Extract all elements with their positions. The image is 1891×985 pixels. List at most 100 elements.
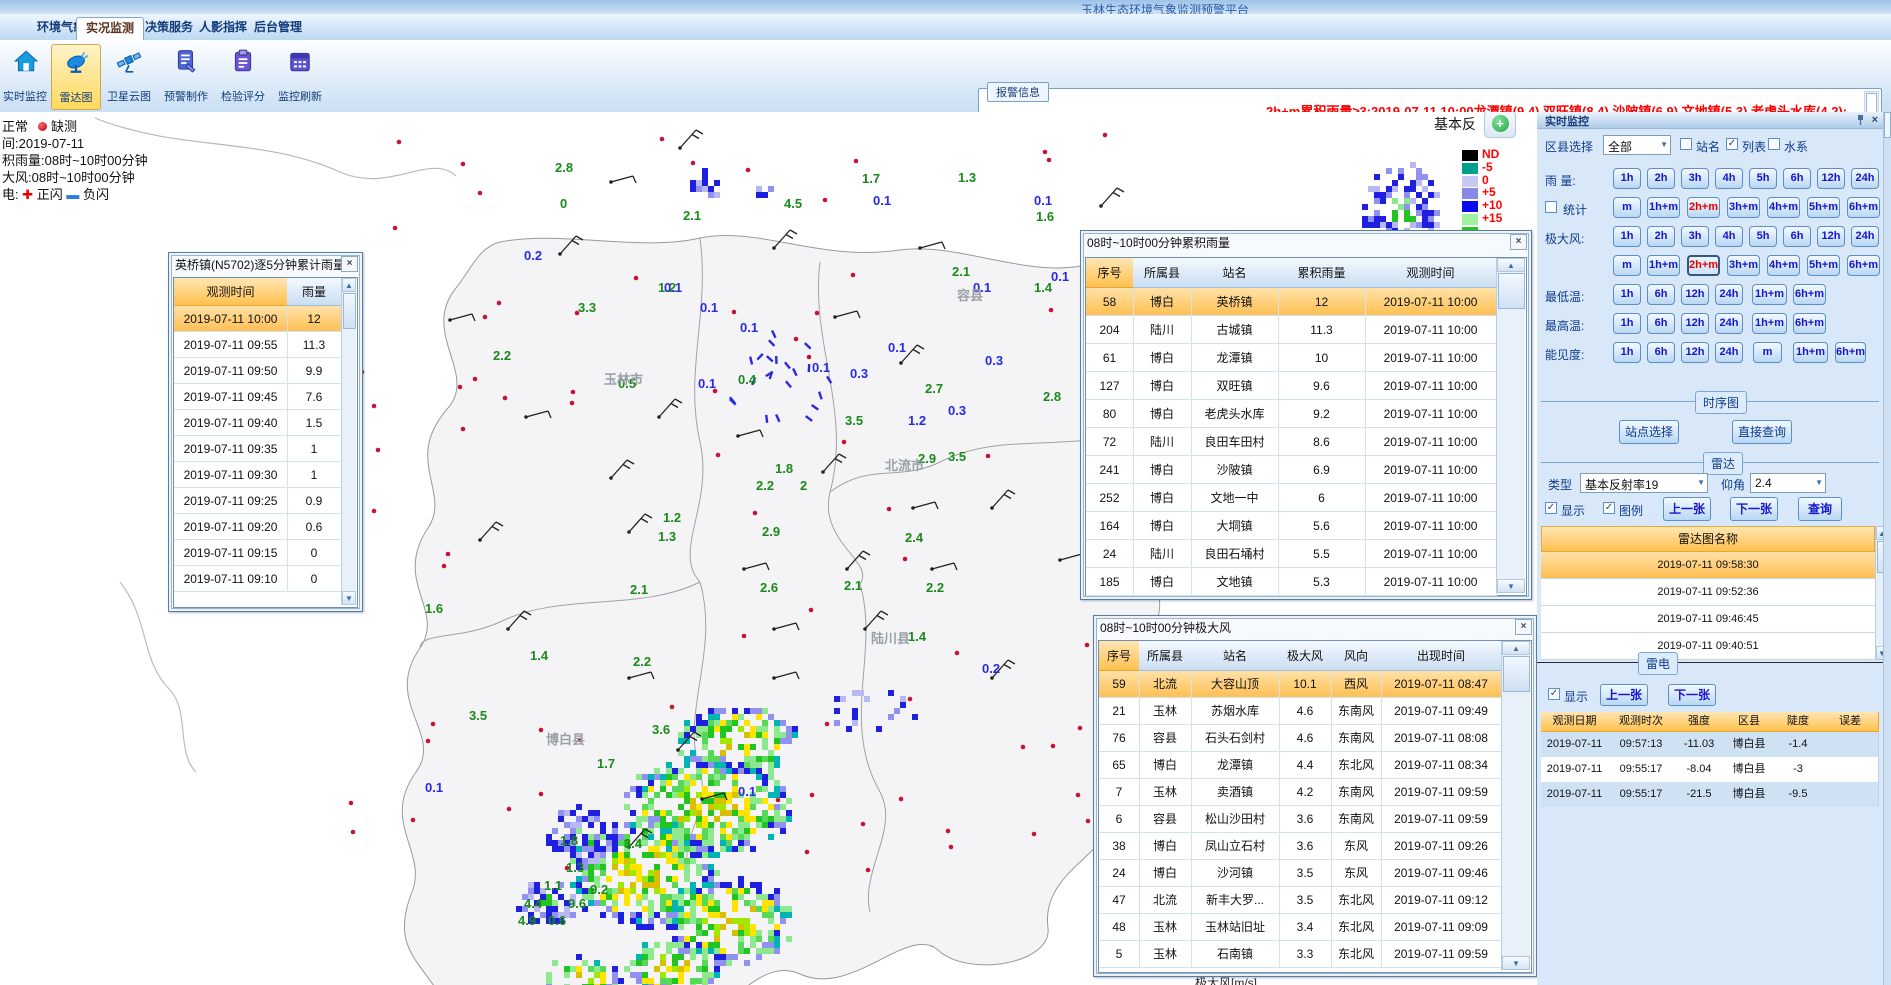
column-header[interactable]: 观测时间 [1365,258,1497,288]
station-dot[interactable] [1047,158,1052,163]
station-dot[interactable] [497,301,502,306]
scroll-down-icon[interactable]: ▼ [1497,579,1525,593]
station-dot[interactable] [446,552,451,557]
station-dot[interactable] [539,728,544,733]
toolbar-button-warning-doc[interactable]: 预警制作 [159,44,213,108]
radar-nav-button-2[interactable]: 下一张 [1730,497,1778,521]
interval-button-12h[interactable]: 12h [1681,284,1709,305]
station-dot[interactable] [660,137,665,142]
station-dot[interactable] [732,310,737,315]
interval-button-2h+m[interactable]: 2h+m [1687,255,1720,276]
interval-button-24h[interactable]: 24h [1715,342,1743,363]
table-row[interactable]: 5玉林石南镇3.3东北风2019-07-11 09:59 [1099,941,1501,968]
panel-scrollbar[interactable] [1883,112,1891,985]
station-dot[interactable] [776,798,781,803]
table-row[interactable]: 2019-07-11 09:5511.3 [174,332,341,358]
interval-button-2h+m[interactable]: 2h+m [1687,197,1720,218]
interval-button-4h+m[interactable]: 4h+m [1767,255,1800,276]
direct-query-button[interactable]: 直接查询 [1732,420,1792,444]
interval-button-m[interactable]: m [1613,197,1641,218]
station-dot[interactable] [478,191,483,196]
interval-button-24h[interactable]: 24h [1851,226,1879,247]
station-dot[interactable] [753,511,758,516]
close-icon[interactable]: × [1872,114,1878,126]
table-row[interactable]: 61博白龙潭镇102019-07-11 10:00 [1086,344,1496,372]
station-dot[interactable] [1085,643,1090,648]
table-row[interactable]: 2019-07-11 10:0012 [174,306,341,332]
column-header[interactable]: 雨量 [287,278,342,306]
station-dot[interactable] [807,355,812,360]
toolbar-button-radar[interactable]: 雷达图 [51,44,101,110]
scroll-down-icon[interactable]: ▼ [1502,956,1530,970]
toolbar-button-refresh[interactable]: 监控刷新 [273,44,327,108]
scroll-thumb[interactable] [1884,112,1891,138]
lightning-column-header[interactable]: 观测时次 [1608,712,1675,732]
interval-button-1h[interactable]: 1h [1613,226,1641,247]
scroll-down-icon[interactable]: ▼ [342,591,356,605]
radar-nav-button-3[interactable]: 查询 [1798,497,1842,521]
interval-button-5h+m[interactable]: 5h+m [1807,255,1840,276]
table-row[interactable]: 48玉林玉林站旧址3.4东北风2019-07-11 09:09 [1099,914,1501,941]
lightning-column-header[interactable]: 误差 [1822,712,1879,732]
lightning-column-header[interactable]: 观测日期 [1541,712,1609,732]
toolbar-button-score[interactable]: 检验评分 [216,44,270,108]
station-dot[interactable] [691,161,696,166]
table-row[interactable]: 2019-07-11 09:401.5 [174,410,341,436]
radar-list-item[interactable]: 2019-07-11 09:52:36 [1541,579,1875,606]
table-row[interactable]: 2019-07-11 09:200.6 [174,514,341,540]
table-row[interactable]: 24博白沙河镇3.5东风2019-07-11 09:46 [1099,860,1501,887]
elevation-select[interactable]: 2.4▼ [1750,473,1826,493]
interval-button-3h[interactable]: 3h [1681,226,1709,247]
station-dot[interactable] [1032,832,1037,837]
interval-button-2h[interactable]: 2h [1647,226,1675,247]
table-row[interactable]: 6容县松山沙田村3.6东南风2019-07-11 09:59 [1099,806,1501,833]
popup_wind-window[interactable]: 08时~10时00分钟极大风×序号所属县站名极大风风向出现时间59北流大容山顶1… [1093,615,1537,977]
show-checkbox[interactable]: ✓ [1545,502,1557,514]
interval-button-3h[interactable]: 3h [1681,168,1709,189]
station-dot[interactable] [503,396,508,401]
column-header[interactable]: 序号 [1086,258,1134,288]
station-dot[interactable] [794,337,799,342]
table-row[interactable]: 2019-07-11 09:250.9 [174,488,341,514]
station-dot[interactable] [461,162,466,167]
lightning-column-header[interactable]: 强度 [1674,712,1725,732]
legend-add-button[interactable]: + [1484,112,1516,138]
table-row[interactable]: 24陆川良田石埇村5.52019-07-11 10:00 [1086,540,1496,568]
table-row[interactable]: 241博白沙陂镇6.92019-07-11 10:00 [1086,456,1496,484]
checkbox-列表[interactable]: ✓ [1726,138,1738,150]
pin-icon[interactable] [1856,114,1865,129]
interval-button-6h[interactable]: 6h [1647,342,1675,363]
table-row[interactable]: 7玉林卖酒镇4.2东南风2019-07-11 09:59 [1099,779,1501,806]
popup-scrollbar[interactable]: ▲▼ [1496,258,1525,593]
table-row[interactable]: 2019-07-11 09:457.6 [174,384,341,410]
station-dot[interactable] [899,797,904,802]
station-dot[interactable] [461,427,466,432]
station-dot[interactable] [473,377,478,382]
interval-button-3h+m[interactable]: 3h+m [1727,255,1760,276]
interval-button-2h[interactable]: 2h [1647,168,1675,189]
station-select-button[interactable]: 站点选择 [1619,420,1679,444]
station-dot[interactable] [1049,308,1054,313]
column-header[interactable]: 出现时间 [1381,641,1502,671]
station-dot[interactable] [634,276,639,281]
station-dot[interactable] [825,722,830,727]
station-dot[interactable] [349,801,354,806]
lightning-show-checkbox[interactable]: ✓ [1548,688,1560,700]
close-icon[interactable]: × [1515,619,1532,635]
interval-button-1h+m[interactable]: 1h+m [1647,255,1680,276]
close-icon[interactable]: × [1510,234,1527,250]
table-row[interactable]: 72陆川良田车田村8.62019-07-11 10:00 [1086,428,1496,456]
station-dot[interactable] [851,273,856,278]
table-row[interactable]: 204陆川古城镇11.32019-07-11 10:00 [1086,316,1496,344]
interval-button-1h+m[interactable]: 1h+m [1647,197,1680,218]
station-dot[interactable] [539,792,544,797]
menu-tab-5[interactable]: 后台管理 [245,17,311,37]
interval-button-1h+m[interactable]: 1h+m [1793,342,1828,363]
station-dot[interactable] [431,722,436,727]
column-header[interactable]: 观测时间 [174,278,288,306]
station-dot[interactable] [866,868,871,873]
scroll-up-icon[interactable]: ▲ [1497,258,1525,272]
interval-button-1h+m[interactable]: 1h+m [1752,284,1787,305]
popup-scrollbar[interactable]: ▲▼ [1501,641,1530,970]
column-header[interactable]: 所属县 [1133,258,1192,288]
